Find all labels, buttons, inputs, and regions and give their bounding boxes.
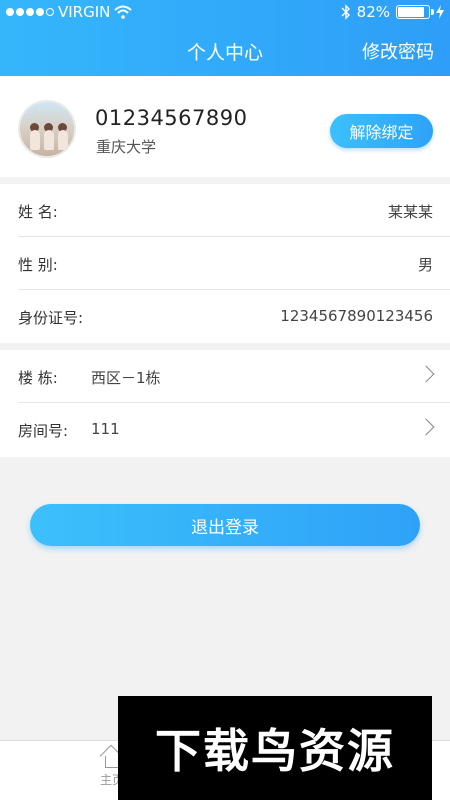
building-label: 楼 栋:	[18, 369, 58, 387]
id-number-row: 身份证号: 123456789012345​6	[18, 290, 450, 343]
avatar	[18, 100, 76, 158]
top-bar: VIRGIN 82% 个人中心 修改密码	[0, 0, 450, 76]
gender-label: 性 别:	[18, 256, 58, 274]
chevron-right-icon	[417, 365, 435, 383]
watermark-banner: 下载鸟资源	[118, 696, 432, 800]
chevron-right-icon	[417, 418, 435, 436]
signal-dots-icon	[6, 8, 54, 16]
gender-value: 男	[417, 256, 433, 274]
gender-row: 性 别: 男	[18, 237, 450, 290]
room-value: 111	[91, 420, 120, 438]
id-number-label: 身份证号:	[18, 309, 84, 327]
dorm-info-group: 楼 栋: 西区－1栋 房间号: 111	[0, 350, 450, 457]
building-row[interactable]: 楼 栋: 西区－1栋	[18, 350, 450, 403]
charging-icon	[436, 5, 444, 19]
battery-icon	[396, 5, 434, 19]
personal-info-group: 姓 名: 某某某 性 别: 男 身份证号: 123456789012345​6	[0, 184, 450, 343]
logout-button[interactable]: 退出登录	[30, 504, 420, 546]
profile-card: 01234567890 重庆大学 解除绑定	[0, 76, 450, 177]
carrier-label: VIRGIN	[58, 3, 111, 21]
building-value: 西区－1栋	[91, 369, 161, 387]
unbind-button[interactable]: 解除绑定	[330, 114, 433, 148]
room-label: 房间号:	[18, 422, 69, 440]
user-phone: 01234567890	[95, 106, 248, 130]
room-row[interactable]: 房间号: 111	[18, 403, 450, 456]
id-number-value: 123456789012345​6	[280, 307, 433, 325]
name-value: 某某某	[387, 203, 433, 221]
wifi-icon	[114, 5, 133, 19]
name-label: 姓 名:	[18, 203, 58, 221]
status-bar: VIRGIN 82%	[0, 0, 450, 26]
name-row: 姓 名: 某某某	[18, 184, 450, 237]
user-school: 重庆大学	[96, 138, 157, 156]
battery-percent: 82%	[356, 3, 390, 21]
bluetooth-icon	[341, 4, 350, 20]
change-password-link[interactable]: 修改密码	[362, 38, 434, 64]
